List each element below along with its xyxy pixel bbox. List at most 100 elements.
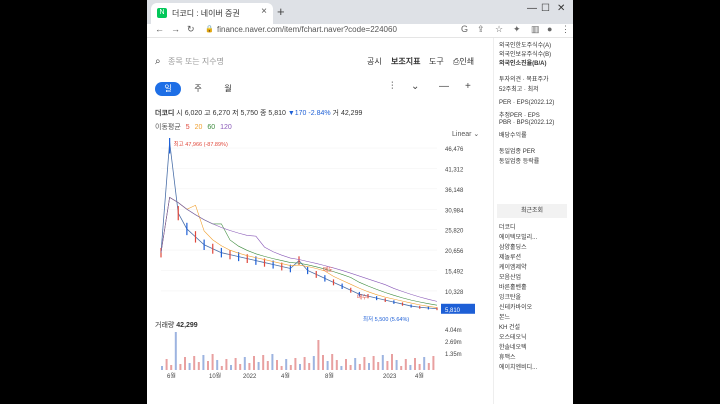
volume-bar [271, 354, 274, 370]
y-tick-label: 41,312 [445, 167, 464, 173]
close-icon[interactable]: × [261, 6, 267, 17]
share-icon[interactable]: ⇪ [477, 24, 485, 35]
ma-20[interactable]: 20 [195, 124, 203, 131]
recent-item[interactable]: 더코디 [499, 222, 516, 231]
minimize-icon[interactable]: — [527, 3, 537, 14]
volume-bar [248, 363, 251, 370]
volume-tick-label: 2.69m [445, 340, 462, 346]
volume-bar [161, 366, 163, 370]
zoom-out-icon[interactable]: — [439, 81, 449, 92]
sidepanel-icon[interactable]: ▥ [531, 24, 540, 35]
period-tabs: 일 주 월 [155, 82, 241, 96]
menu-icon[interactable]: ⋮ [561, 24, 570, 35]
close-value: 5,810 [268, 110, 286, 117]
recent-item[interactable]: 바른홀벤홀 [499, 282, 527, 291]
recent-item[interactable]: 모음산업 [499, 272, 521, 281]
chevron-down-icon[interactable]: ⌄ [411, 81, 419, 92]
print-button[interactable]: ⎙인쇄 [453, 56, 474, 67]
notice-button[interactable]: 공시 [367, 56, 382, 67]
tab-week[interactable]: 주 [185, 82, 211, 96]
ma-60[interactable]: 60 [207, 124, 215, 131]
volume-bar [216, 360, 219, 370]
stock-name: 더코디 [155, 110, 175, 117]
volume-bar [312, 356, 315, 370]
address-bar[interactable]: finance.naver.com/item/fchart.naver?code… [217, 25, 397, 34]
new-tab-button[interactable]: + [277, 4, 285, 19]
recent-item[interactable]: 삼양홀딩스 [499, 242, 527, 251]
recent-item[interactable]: 제놀루션 [499, 252, 521, 261]
recent-item[interactable]: 본느 [499, 312, 510, 321]
recent-item[interactable]: 한솔네오텍 [499, 342, 527, 351]
recent-item[interactable]: KH 건설 [499, 322, 520, 331]
volume-bar [427, 363, 430, 370]
recent-item[interactable]: 에이치엔비디... [499, 362, 537, 371]
volume-bar [285, 359, 288, 370]
volume-bar [414, 358, 416, 370]
profile-icon[interactable]: ● [547, 24, 552, 34]
volume-bar [294, 358, 297, 370]
volume-bar [239, 364, 242, 370]
recent-item[interactable]: 신테카바이오 [499, 302, 532, 311]
ma-5[interactable]: 5 [186, 124, 190, 131]
volume-bar [395, 360, 398, 370]
lock-icon: 🔒 [205, 26, 214, 33]
reload-icon[interactable]: ↻ [187, 24, 195, 35]
window-close-icon[interactable]: ✕ [557, 3, 565, 14]
volume-label: 거 [332, 110, 339, 117]
tab-naver[interactable]: N 더코디 : 네이버 증권 × [151, 3, 273, 24]
volume-bar [243, 357, 246, 370]
y-tick-label: 20,656 [445, 249, 464, 255]
sell-label: 매도 [323, 265, 333, 273]
volume-bar [174, 332, 177, 370]
extensions-icon[interactable]: ✦ [513, 24, 521, 35]
ma-line [160, 196, 438, 302]
volume-bar [280, 366, 283, 370]
volume-bar [266, 361, 269, 370]
y-tick-label: 15,492 [445, 270, 464, 276]
search-input[interactable]: 종목 또는 지수명 [168, 56, 224, 67]
target-price: 투자의견 · 목표주가 [499, 77, 549, 83]
scale-select[interactable]: Linear ⌄ [452, 130, 479, 138]
volume-bar [276, 360, 278, 370]
maximize-icon[interactable]: ☐ [541, 3, 550, 14]
tools-button[interactable]: 도구 [429, 56, 444, 67]
high-value: 6,270 [212, 110, 231, 117]
bookmark-icon[interactable]: ☆ [495, 24, 503, 35]
tab-title: 더코디 : 네이버 증권 [172, 9, 240, 18]
volume-header-value: 42,299 [176, 322, 198, 329]
tab-month[interactable]: 월 [215, 82, 241, 96]
tab-bar: N 더코디 : 네이버 증권 × + — ☐ ✕ [147, 0, 573, 24]
tab-day[interactable]: 일 [155, 82, 181, 96]
recent-item[interactable]: 휴맥스 [499, 352, 516, 361]
print-label: 인쇄 [459, 57, 475, 66]
volume-bar [381, 355, 384, 370]
search-icon[interactable]: ⌕ [155, 56, 161, 67]
volume-bar [372, 356, 375, 370]
recent-item[interactable]: 에이텍모빌리... [499, 232, 537, 241]
volume-bar [230, 365, 232, 370]
volume-bar [423, 357, 426, 370]
volume-bar [377, 362, 380, 370]
chart-pane: ⌕ 종목 또는 지수명 공시 보조지표 도구 ⎙인쇄 일 주 월 ⫶ ⌄ — +… [147, 38, 493, 404]
y-tick-label: 25,820 [445, 229, 464, 235]
zoom-in-icon[interactable]: + [465, 81, 471, 92]
candle-type-icon[interactable]: ⫶ [391, 81, 394, 92]
forward-icon[interactable]: → [171, 24, 180, 34]
back-icon[interactable]: ← [155, 24, 164, 34]
recent-item[interactable]: 오스테오닉 [499, 332, 527, 341]
indicator-button[interactable]: 보조지표 [391, 56, 420, 67]
volume-bar [354, 358, 357, 370]
google-icon[interactable]: G [461, 24, 468, 34]
recent-item[interactable]: 잉크탄올 [499, 292, 521, 301]
volume-bar [220, 366, 223, 370]
x-tick-label: 8월 [325, 372, 334, 378]
volume-bar [349, 365, 352, 370]
recent-item[interactable]: 케이엠제약 [499, 262, 527, 271]
foreign-limit: 외국인한도주식수(A) [499, 43, 552, 49]
volume-bar [225, 359, 228, 370]
high-low-52w: 52주최고 · 최저 [499, 87, 539, 93]
ma-120[interactable]: 120 [220, 124, 232, 131]
price-chart[interactable]: 46,476 41,312 36,148 30,984 25,820 20,656 15,4… [147, 138, 493, 378]
dividend-yield: 배당수익률 [499, 133, 527, 139]
pbr-bps: PBR · BPS(2022.12) [499, 120, 555, 126]
